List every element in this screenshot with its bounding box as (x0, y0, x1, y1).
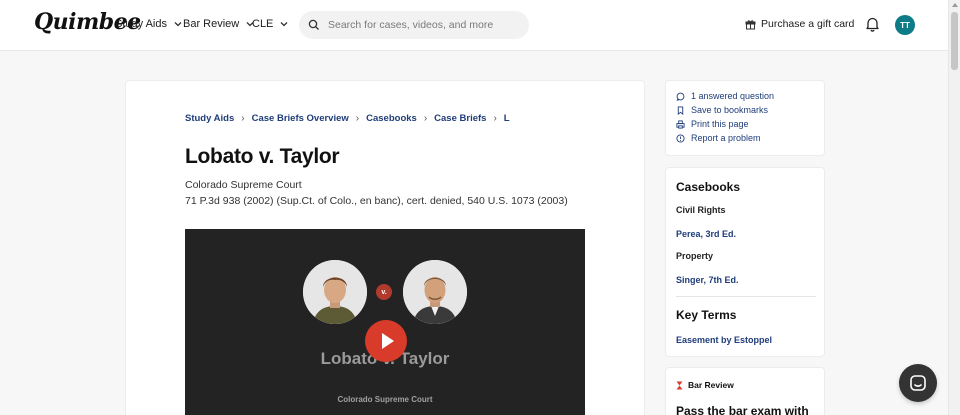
chevron-right-icon: › (493, 113, 497, 124)
printer-icon (676, 119, 685, 129)
answered-question-link[interactable]: 1 answered question (676, 91, 774, 101)
page-title: Lobato v. Taylor (185, 145, 340, 168)
defendant-portrait (403, 260, 467, 324)
breadcrumb: Study Aids › Case Briefs Overview › Case… (185, 113, 510, 124)
avatar[interactable]: TT (895, 15, 915, 35)
gift-card-label: Purchase a gift card (761, 18, 855, 30)
bar-review-title: Pass the bar exam with (676, 404, 809, 415)
search-bar[interactable] (299, 11, 529, 39)
breadcrumb-study-aids[interactable]: Study Aids (185, 113, 234, 124)
breadcrumb-letter-l[interactable]: L (504, 113, 510, 124)
casebook-category: Civil Rights (676, 205, 726, 215)
chevron-down-icon (174, 22, 182, 27)
casebook-link[interactable]: Perea, 3rd Ed. (676, 229, 736, 239)
chevron-right-icon: › (423, 113, 428, 124)
nav-cle[interactable]: CLE (252, 18, 289, 30)
case-actions-panel: 1 answered question Save to bookmarks Pr… (665, 80, 825, 156)
chevron-right-icon: › (355, 113, 360, 124)
gift-card-link[interactable]: Purchase a gift card (745, 18, 854, 30)
action-label: Report a problem (691, 133, 761, 143)
play-button[interactable] (365, 320, 407, 362)
chat-launcher-button[interactable] (899, 364, 937, 402)
bell-icon[interactable] (865, 16, 880, 32)
hourglass-icon (676, 381, 683, 389)
nav-study-aids[interactable]: Study Aids (115, 18, 183, 30)
alert-circle-icon (676, 133, 685, 143)
casebooks-panel: Casebooks Civil Rights Perea, 3rd Ed. Pr… (665, 167, 825, 357)
bar-review-panel: Bar Review Pass the bar exam with (665, 367, 825, 415)
breadcrumb-casebooks[interactable]: Casebooks (366, 113, 417, 124)
breadcrumb-case-briefs-overview[interactable]: Case Briefs Overview (252, 113, 349, 124)
scroll-up-arrow-icon[interactable] (952, 3, 958, 7)
plaintiff-portrait (303, 260, 367, 324)
chat-bubble-icon (676, 92, 685, 101)
search-icon (308, 19, 319, 30)
nav-label: Study Aids (115, 18, 167, 30)
action-label: 1 answered question (691, 91, 775, 101)
gift-icon (745, 19, 756, 29)
report-problem-button[interactable]: Report a problem (676, 133, 761, 143)
video-player[interactable]: v. Lobato v. Taylor Colorado Supreme Cou… (185, 229, 585, 415)
casebook-link[interactable]: Singer, 7th Ed. (676, 275, 739, 285)
top-header: Quimbee Study Aids Bar Review CLE Purcha… (0, 0, 948, 51)
chat-icon (910, 375, 926, 391)
action-label: Print this page (691, 119, 749, 129)
bookmark-icon (677, 105, 684, 115)
case-citation: 71 P.3d 938 (2002) (Sup.Ct. of Colo., en… (185, 195, 568, 207)
versus-badge: v. (376, 284, 392, 300)
print-page-button[interactable]: Print this page (676, 119, 749, 129)
breadcrumb-case-briefs[interactable]: Case Briefs (434, 113, 486, 124)
casebooks-heading: Casebooks (676, 180, 741, 194)
casebook-category: Property (676, 251, 714, 261)
chevron-down-icon (280, 22, 288, 27)
page-scrollbar[interactable] (948, 0, 960, 415)
action-label: Save to bookmarks (691, 105, 769, 115)
nav-bar-review[interactable]: Bar Review (183, 18, 255, 30)
court-name: Colorado Supreme Court (185, 179, 302, 191)
play-icon (381, 333, 394, 349)
nav-label: Bar Review (183, 18, 240, 30)
chevron-right-icon: › (241, 113, 245, 124)
bar-review-text: Bar Review (688, 380, 734, 390)
search-input[interactable] (328, 19, 518, 31)
divider (676, 296, 816, 297)
nav-label: CLE (252, 18, 274, 30)
bar-review-label: Bar Review (676, 380, 734, 390)
save-bookmark-button[interactable]: Save to bookmarks (676, 105, 768, 115)
video-subtitle: Colorado Supreme Court (337, 395, 433, 404)
scroll-thumb[interactable] (951, 12, 958, 70)
key-terms-heading: Key Terms (676, 308, 737, 322)
key-term-link[interactable]: Easement by Estoppel (676, 335, 772, 345)
